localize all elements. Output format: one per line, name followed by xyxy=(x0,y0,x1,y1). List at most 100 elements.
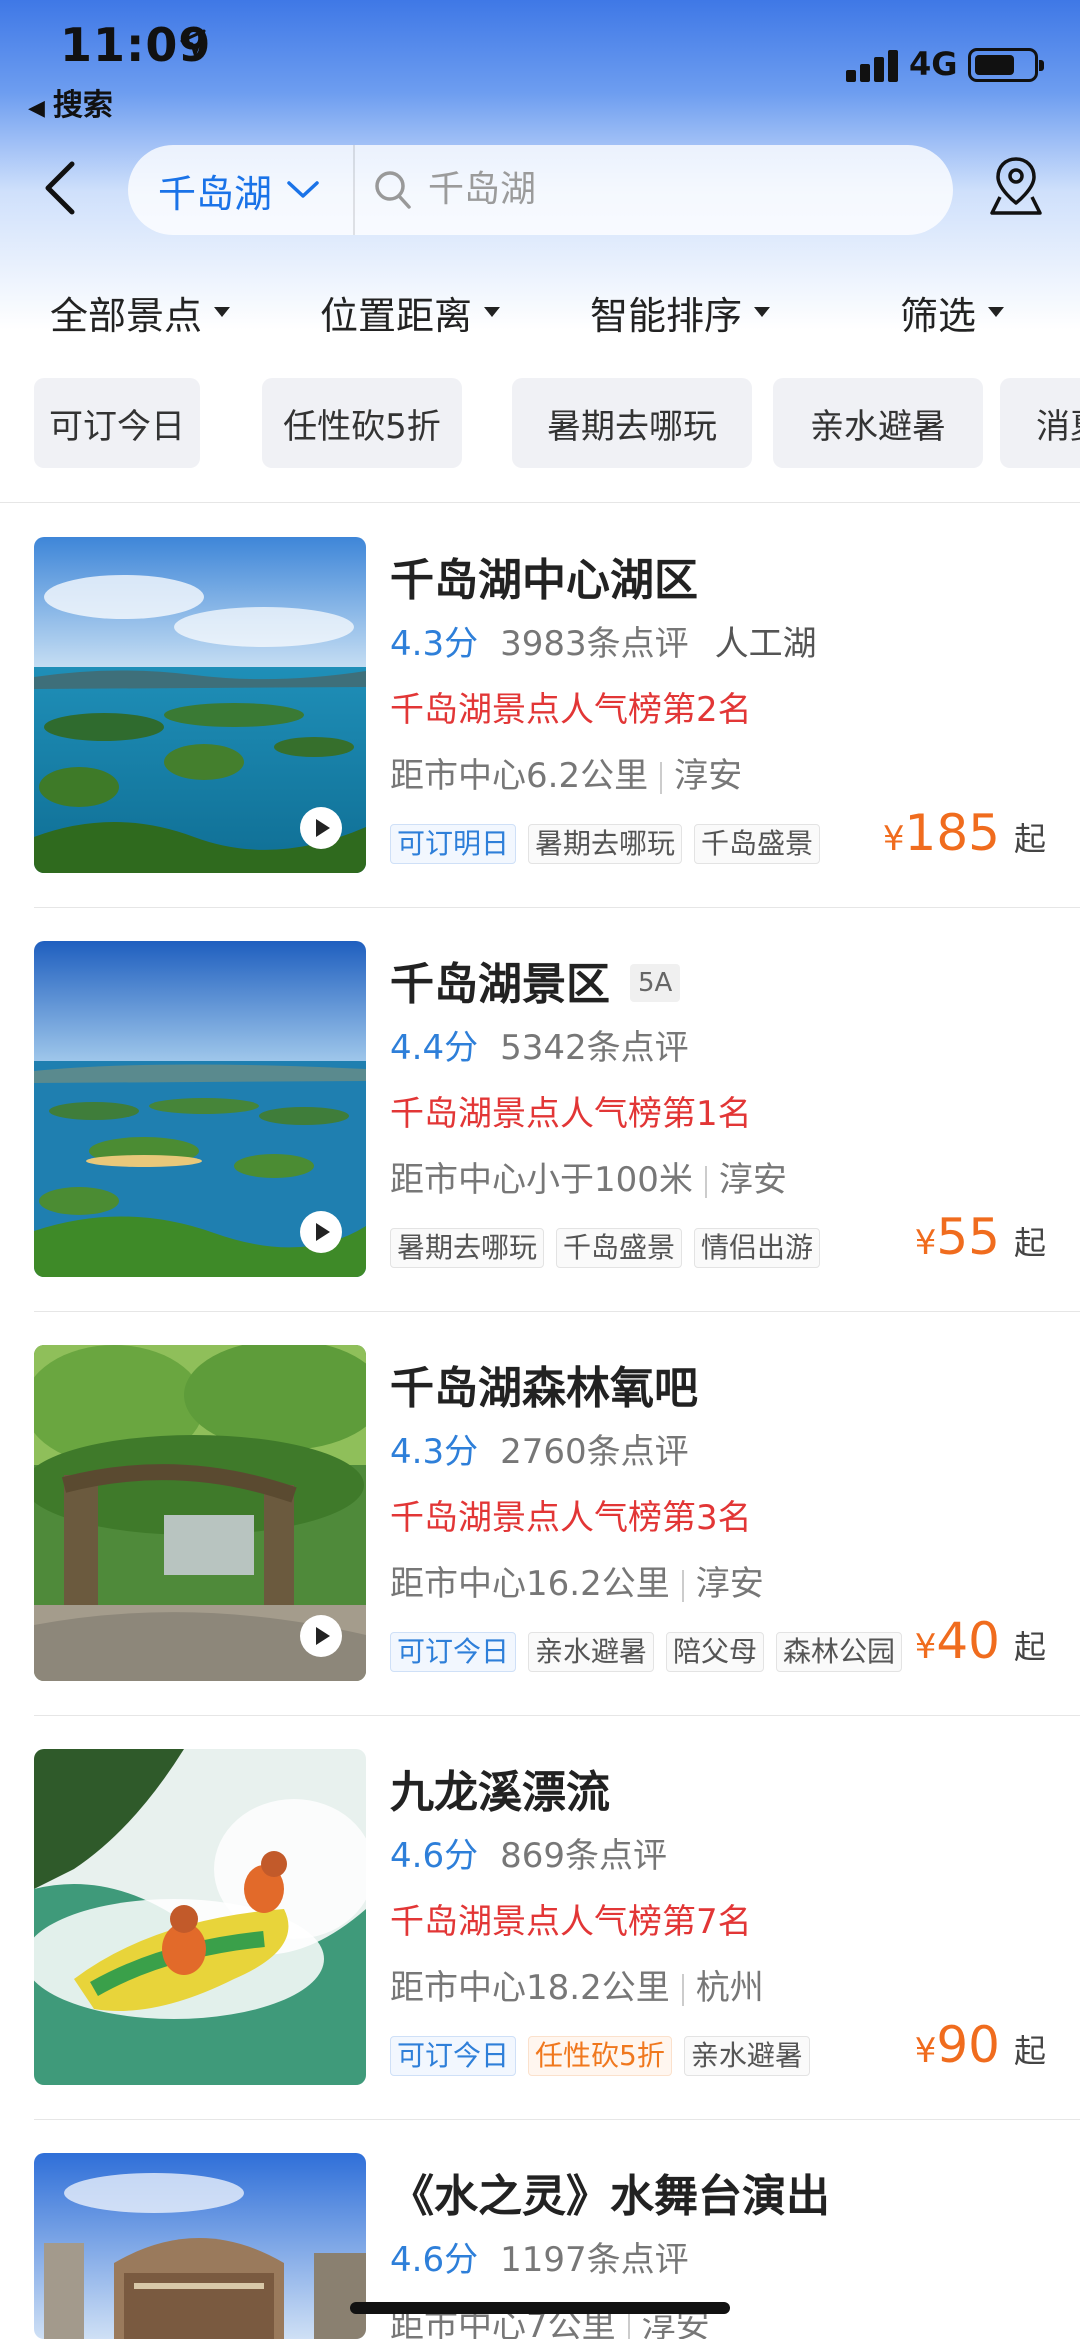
chip-summer[interactable]: 消夏 xyxy=(1000,378,1080,468)
result-meta: 4.3分 2760条点评 xyxy=(390,1424,689,1473)
search-icon xyxy=(375,171,411,209)
chip-bookable-today[interactable]: 可订今日 xyxy=(34,378,200,468)
rating-score: 4.6分 xyxy=(390,1836,479,1876)
status-bar: 11:09 ◀ 搜索 4G xyxy=(0,0,1080,130)
tag: 暑期去哪玩 xyxy=(528,824,683,864)
result-card[interactable]: 千岛湖中心湖区 4.3分 3983条点评 人工湖 千岛湖景点人气榜第2名 距市中心6… xyxy=(0,504,1080,908)
search-input[interactable]: 千岛湖 xyxy=(428,145,536,235)
filter-label: 位置距离 xyxy=(320,293,473,338)
tag-list: 可订今日 亲水避暑 陪父母 森林公园 xyxy=(390,1632,914,1672)
city-label: 千岛湖 xyxy=(158,171,273,216)
back-to-app-link[interactable]: ◀ 搜索 xyxy=(28,80,113,124)
distance-text: 距市中心18.2公里 xyxy=(390,1968,670,2008)
review-count: 1197条点评 xyxy=(500,2240,689,2280)
cellular-signal-icon xyxy=(846,50,898,82)
caret-down-icon xyxy=(754,307,771,317)
tag: 暑期去哪玩 xyxy=(390,1228,545,1268)
result-title: 《水之灵》水舞台演出 xyxy=(390,2171,830,2222)
chip-water-cool[interactable]: 亲水避暑 xyxy=(773,378,983,468)
area-text: 淳安 xyxy=(718,1160,787,1200)
quick-filter-chips: 可订今日 任性砍5折 暑期去哪玩 亲水避暑 消夏 xyxy=(0,378,1080,470)
filter-sort[interactable]: 智能排序 xyxy=(590,270,771,354)
ranking-label: 千岛湖景点人气榜第2名 xyxy=(390,690,752,730)
result-meta: 4.3分 3983条点评 人工湖 xyxy=(390,616,817,665)
distance-text: 距市中心6.2公里 xyxy=(390,756,649,796)
result-card[interactable]: 九龙溪漂流 4.6分 869条点评 千岛湖景点人气榜第7名 距市中心18.2公里杭… xyxy=(0,1716,1080,2120)
chip-half-price[interactable]: 任性砍5折 xyxy=(262,378,462,468)
filter-label: 全部景点 xyxy=(50,293,203,338)
ranking-label: 千岛湖景点人气榜第3名 xyxy=(390,1498,752,1538)
back-chevron-icon[interactable] xyxy=(36,158,86,218)
price: ¥40 起 xyxy=(914,1612,1046,1670)
tag: 千岛盛景 xyxy=(556,1228,683,1268)
filter-distance[interactable]: 位置距离 xyxy=(320,270,501,354)
thumbnail-lake-islands xyxy=(34,537,366,873)
rating-score: 4.3分 xyxy=(390,1432,479,1472)
filter-label: 智能排序 xyxy=(590,293,743,338)
city-selector[interactable]: 千岛湖 xyxy=(158,145,320,235)
ranking-label: 千岛湖景点人气榜第7名 xyxy=(390,1902,752,1942)
map-location-icon[interactable] xyxy=(988,155,1044,217)
result-meta: 4.6分 869条点评 xyxy=(390,1828,667,1877)
result-title: 千岛湖景区 5A xyxy=(390,948,681,1012)
thumbnail-rafting xyxy=(34,1749,366,2085)
distance-info: 距市中心16.2公里 淳安 xyxy=(390,1556,764,1605)
tag-list: 可订今日 任性砍5折 亲水避暑 xyxy=(390,2036,822,2076)
area-text: 淳安 xyxy=(674,756,743,796)
thumbnail-theater xyxy=(34,2153,366,2339)
back-app-label: 搜索 xyxy=(52,88,113,123)
price: ¥55 起 xyxy=(914,1208,1046,1266)
review-count: 3983条点评 xyxy=(500,624,689,664)
thumbnail-forest-gate xyxy=(34,1345,366,1681)
rating-badge: 5A xyxy=(630,964,681,1002)
caret-down-icon xyxy=(988,307,1005,317)
review-count: 869条点评 xyxy=(500,1836,667,1876)
back-triangle-icon: ◀ xyxy=(28,96,45,121)
tag: 亲水避暑 xyxy=(683,2036,810,2076)
filter-screen[interactable]: 筛选 xyxy=(900,270,1005,354)
price: ¥185 起 xyxy=(882,804,1046,862)
distance-text: 距市中心小于100米 xyxy=(390,1160,693,1200)
result-meta: 4.4分 5342条点评 xyxy=(390,1020,689,1069)
caret-down-icon xyxy=(484,307,501,317)
tag: 千岛盛景 xyxy=(694,824,821,864)
divider xyxy=(0,502,1080,503)
tag: 森林公园 xyxy=(776,1632,903,1672)
home-indicator[interactable] xyxy=(350,2302,730,2314)
ranking-label: 千岛湖景点人气榜第1名 xyxy=(390,1094,752,1134)
result-card[interactable]: 千岛湖森林氧吧 4.3分 2760条点评 千岛湖景点人气榜第3名 距市中心16.2… xyxy=(0,1312,1080,1716)
filter-label: 筛选 xyxy=(900,293,977,338)
location-arrow-icon xyxy=(180,29,206,56)
price: ¥90 起 xyxy=(914,2016,1046,2074)
rating-score: 4.3分 xyxy=(390,624,479,664)
chevron-down-icon xyxy=(287,181,319,198)
video-play-icon xyxy=(300,1211,342,1253)
result-meta: 4.6分 1197条点评 xyxy=(390,2232,689,2281)
search-divider xyxy=(353,145,355,235)
chip-summer-trips[interactable]: 暑期去哪玩 xyxy=(512,378,752,468)
tag: 可订今日 xyxy=(390,2036,517,2076)
battery-icon xyxy=(968,48,1044,82)
thumbnail-lake-aerial xyxy=(34,941,366,1277)
result-title: 千岛湖中心湖区 xyxy=(390,555,698,606)
tag: 情侣出游 xyxy=(694,1228,821,1268)
area-text: 淳安 xyxy=(695,1564,764,1604)
area-text: 杭州 xyxy=(695,1968,764,2008)
tag-list: 可订明日 暑期去哪玩 千岛盛景 xyxy=(390,824,832,864)
video-play-icon xyxy=(300,807,342,849)
result-card[interactable]: 千岛湖景区 5A 4.4分 5342条点评 千岛湖景点人气榜第1名 距市中心小于10… xyxy=(0,908,1080,1312)
tag: 陪父母 xyxy=(666,1632,765,1672)
tag: 可订今日 xyxy=(390,1632,517,1672)
filter-all-attractions[interactable]: 全部景点 xyxy=(50,270,231,354)
tag-list: 暑期去哪玩 千岛盛景 情侣出游 xyxy=(390,1228,832,1268)
distance-info: 距市中心小于100米 淳安 xyxy=(390,1152,787,1201)
caret-down-icon xyxy=(214,307,231,317)
tag: 亲水避暑 xyxy=(528,1632,655,1672)
rating-score: 4.4分 xyxy=(390,1028,479,1068)
result-title: 千岛湖森林氧吧 xyxy=(390,1363,698,1414)
rating-score: 4.6分 xyxy=(390,2240,479,2280)
search-bar: 千岛湖 千岛湖 xyxy=(128,145,953,235)
review-count: 2760条点评 xyxy=(500,1432,689,1472)
filter-bar: 全部景点 位置距离 智能排序 筛选 xyxy=(0,270,1080,354)
category-label: 人工湖 xyxy=(714,624,817,664)
